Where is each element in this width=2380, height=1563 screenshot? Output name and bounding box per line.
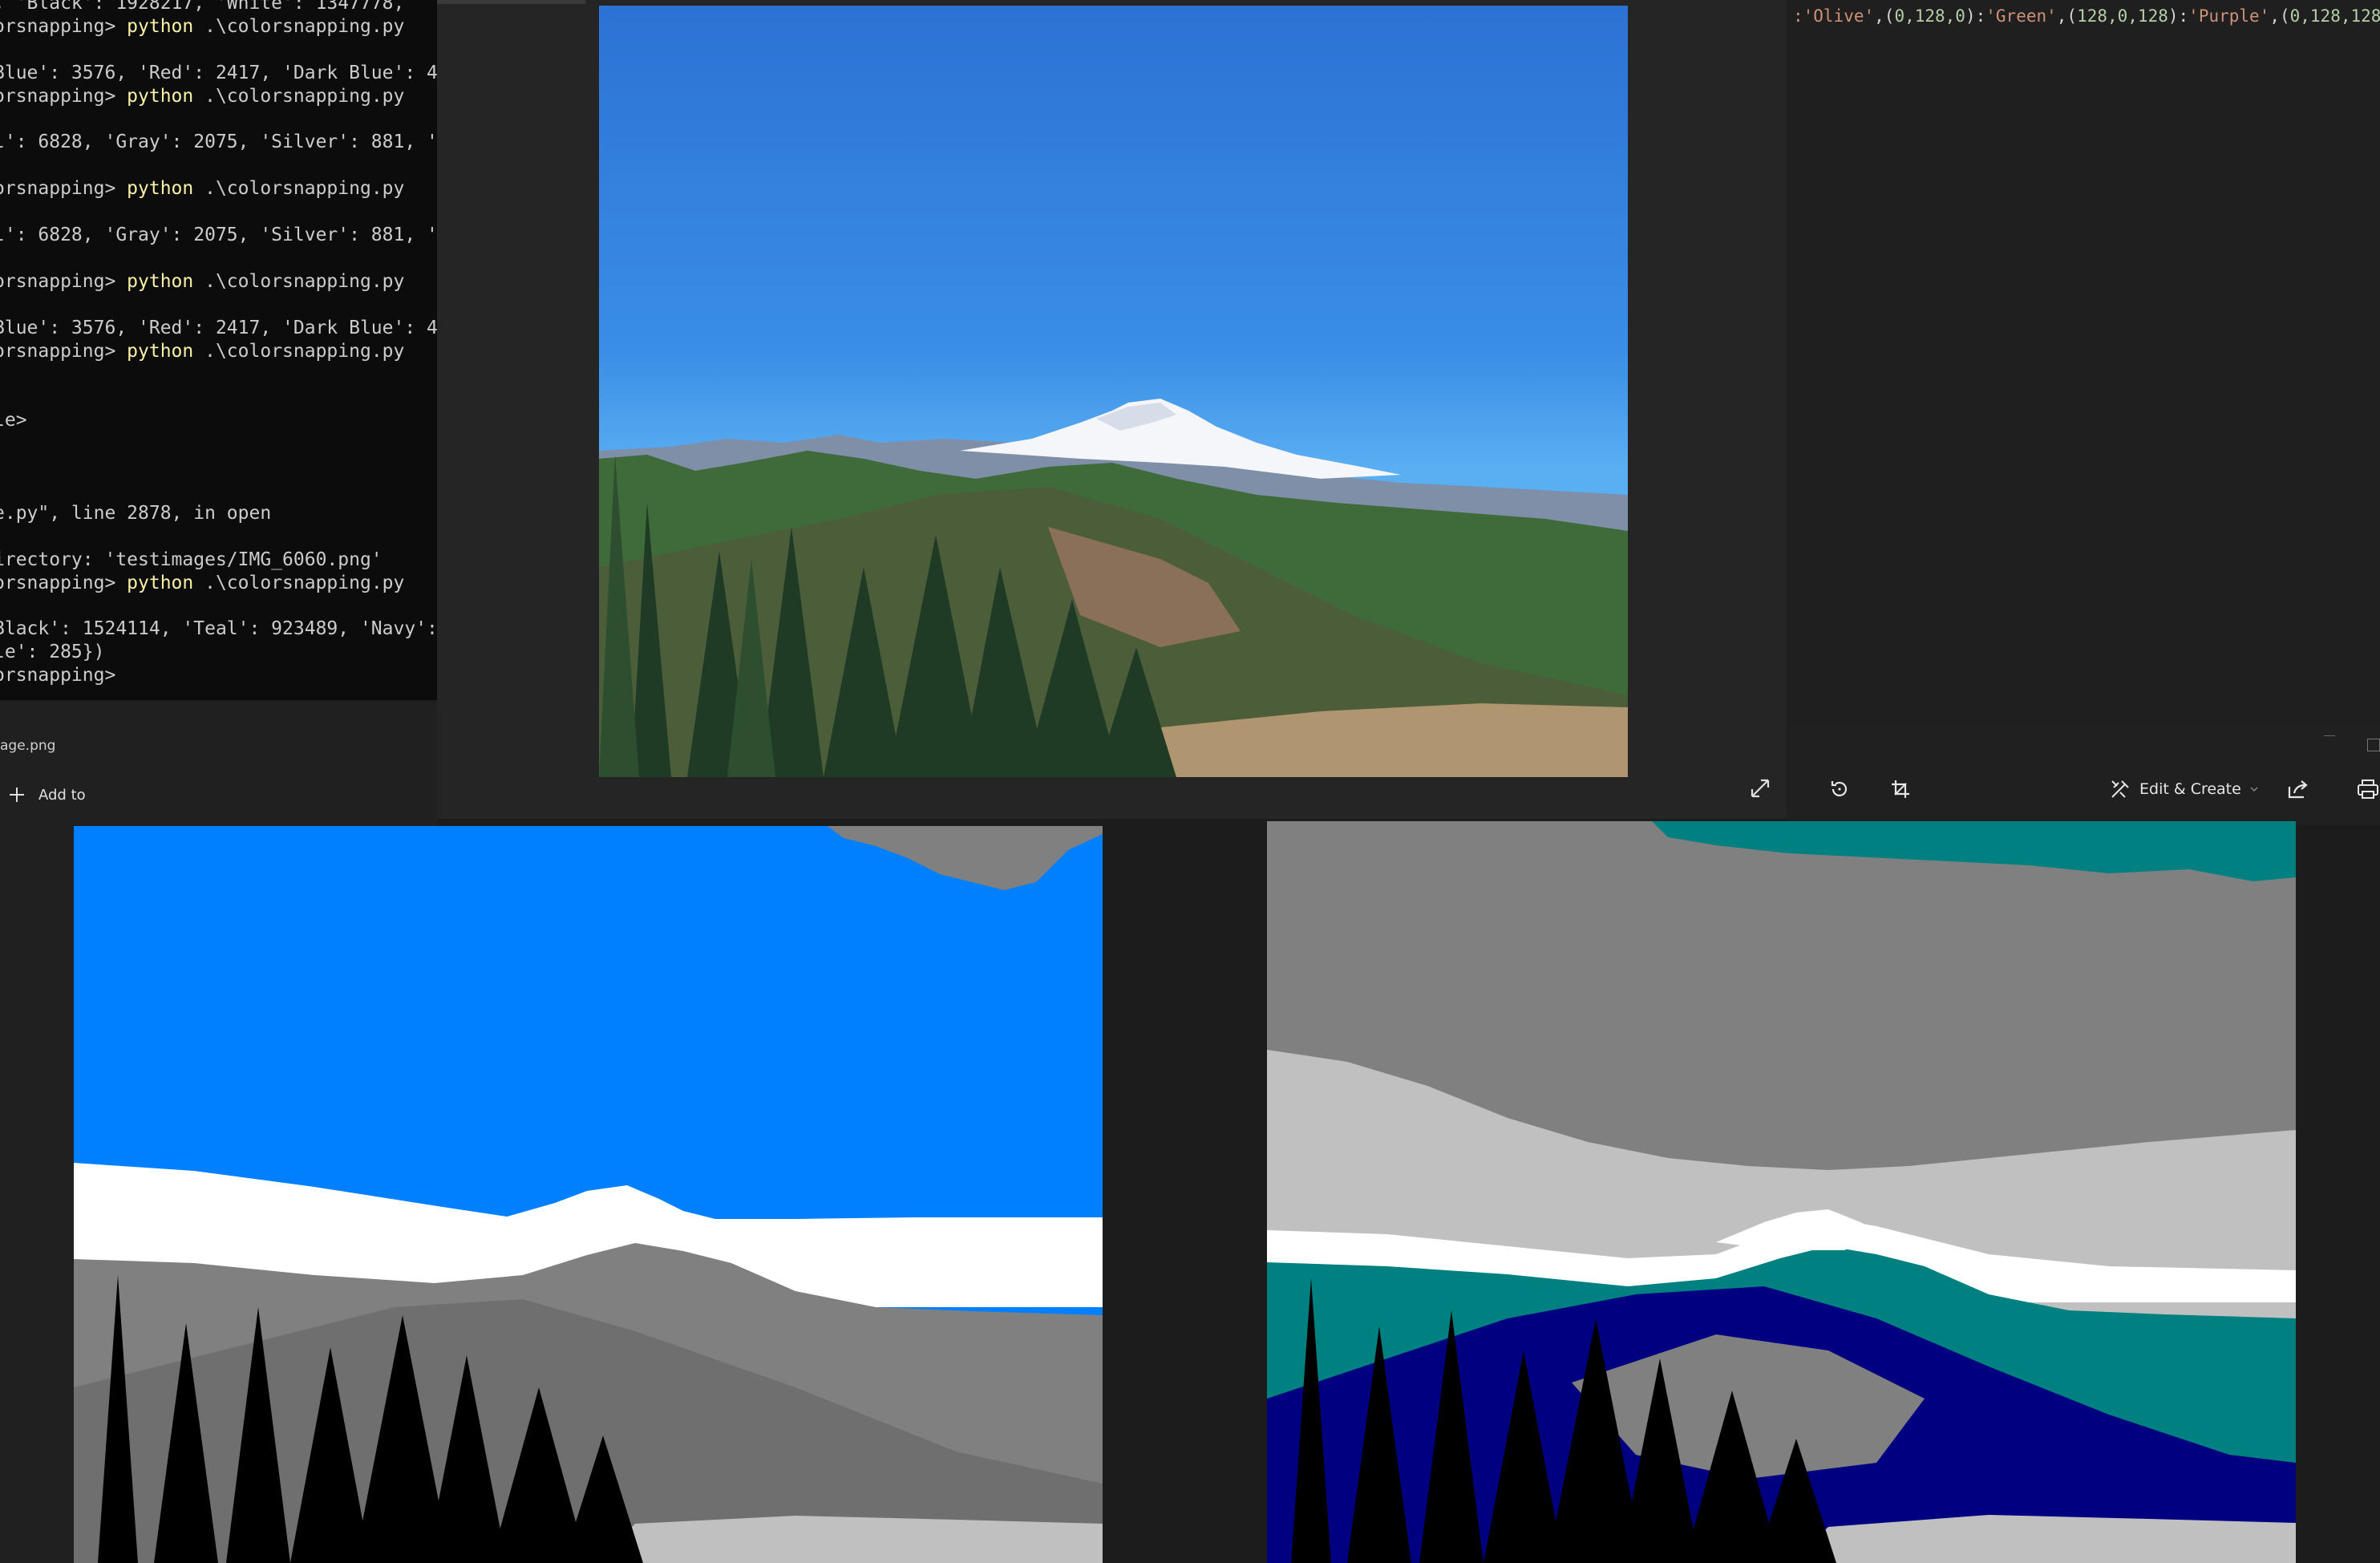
print-button[interactable] — [2356, 778, 2380, 804]
terminal-line: orsnapping> python .\colorsnapping.py — [0, 270, 405, 292]
terminal-line: e.py", line 2878, in open — [0, 502, 272, 524]
snapped-photo-left — [74, 826, 1103, 1563]
edit-create-label: Edit & Create — [2139, 780, 2241, 798]
terminal-window[interactable]: , 'Black': 1928217, 'White': 1347778, or… — [0, 0, 437, 700]
crop-button[interactable] — [1889, 778, 1912, 804]
rotate-icon — [1831, 781, 1848, 796]
edit-create-button[interactable]: Edit & Create — [2109, 778, 2259, 800]
original-photo — [599, 6, 1628, 777]
add-to-button[interactable]: Add to — [8, 786, 86, 804]
terminal-line: orsnapping> python .\colorsnapping.py — [0, 15, 405, 37]
terminal-line: irectory: 'testimages/IMG_6060.png' — [0, 549, 382, 570]
terminal-line: orsnapping> python .\colorsnapping.py — [0, 178, 405, 200]
terminal-line: orsnapping> python .\colorsnapping.py — [0, 340, 405, 362]
edit-create-icon — [2111, 780, 2129, 798]
window-controls — [2306, 726, 2380, 751]
terminal-line: orsnapping> python .\colorsnapping.py — [0, 572, 405, 593]
terminal-line: orsnapping> python .\colorsnapping.py — [0, 85, 405, 107]
terminal-line: Black': 1524114, 'Teal': 923489, 'Navy': — [0, 618, 437, 640]
terminal-line: le> — [0, 410, 27, 431]
chevron-down-icon — [2250, 787, 2258, 792]
file-name-title: age.png — [0, 738, 56, 754]
maximize-icon[interactable] — [2367, 739, 2380, 751]
code-line: :'Olive',(0,128,0):'Green',(128,0,128):'… — [1793, 6, 2380, 26]
crop-icon — [1892, 780, 1909, 798]
terminal-line: l': 6828, 'Gray': 2075, 'Silver': 881, ' — [0, 132, 437, 153]
plus-icon — [10, 788, 24, 802]
code-editor[interactable]: :'Olive',(0,128,0):'Green',(128,0,128):'… — [1787, 0, 2380, 726]
add-to-label: Add to — [38, 786, 86, 804]
terminal-line: Blue': 3576, 'Red': 2417, 'Dark Blue': 4 — [0, 317, 437, 338]
terminal-line: l': 6828, 'Gray': 2075, 'Silver': 881, ' — [0, 225, 437, 245]
minimize-icon[interactable] — [2324, 735, 2335, 736]
share-button[interactable] — [2285, 777, 2309, 804]
share-icon — [2288, 780, 2308, 799]
photos-toolbar: Edit & Create — [1787, 726, 2380, 825]
snapped-photo-right — [1267, 821, 2296, 1563]
expand-button[interactable] — [1748, 776, 1772, 804]
terminal-line: Blue': 3576, 'Red': 2417, 'Dark Blue': 4 — [0, 62, 437, 83]
expand-icon — [1751, 779, 1770, 798]
terminal-line: , 'Black': 1928217, 'White': 1347778, — [0, 0, 416, 14]
popup-tab-indicator — [437, 0, 585, 4]
rotate-button[interactable] — [1828, 778, 1851, 804]
terminal-line: le': 285}) — [0, 642, 105, 663]
terminal-line: orsnapping> — [0, 665, 116, 686]
print-icon — [2358, 779, 2378, 799]
